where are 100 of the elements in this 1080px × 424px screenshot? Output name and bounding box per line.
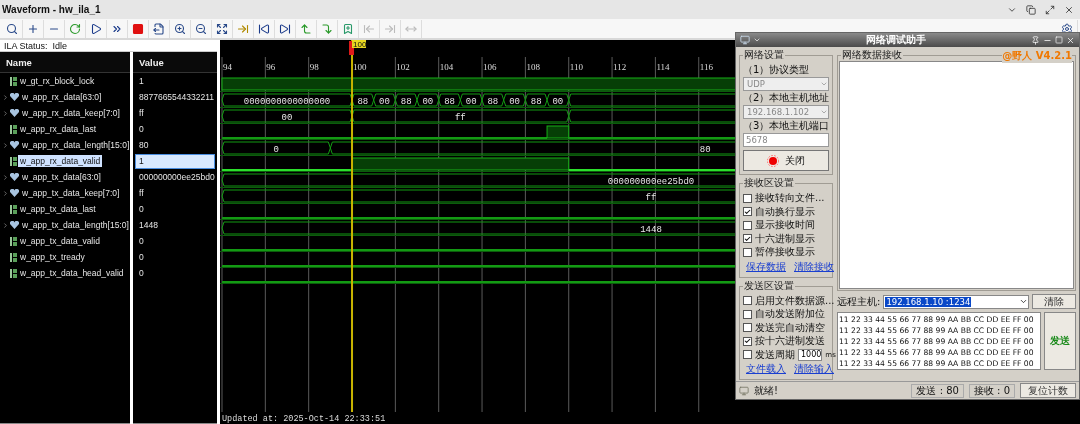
caret-icon [820, 108, 828, 116]
updated-timestamp: Updated at: 2025-Oct-14 22:33:51 [222, 414, 386, 424]
bus-signal-icon [10, 141, 19, 149]
expand-chevron-icon[interactable] [2, 221, 9, 229]
skip-back-icon [258, 22, 270, 35]
maximize-icon[interactable] [1055, 36, 1063, 44]
signal-value: 1 [135, 153, 215, 169]
checkbox[interactable] [743, 220, 752, 230]
clear-button[interactable]: 清除 [1032, 294, 1076, 309]
computer-icon[interactable] [740, 35, 750, 45]
time-tick-label: 98 [309, 62, 319, 72]
checkbox[interactable] [743, 350, 752, 360]
bus-value-segment: ff [351, 109, 570, 123]
field-label: （1）协议类型 [743, 64, 811, 76]
port-field[interactable]: 5678 [743, 133, 829, 147]
cursor-label: 100 [352, 40, 367, 49]
bus-value-segment: 88 [524, 93, 548, 107]
option-label: 接收转向文件... [755, 191, 825, 206]
bus-value-segment: 00 [503, 93, 526, 107]
bus-value-segment: 00 [221, 109, 353, 123]
settings-icon [1061, 22, 1073, 35]
signal-value: 0 [138, 122, 145, 136]
option-label: 自动换行显示 [755, 204, 815, 219]
field-label: （3）本地主机端口 [743, 120, 829, 132]
maximize-icon[interactable] [1045, 4, 1055, 15]
link[interactable]: 清除输入 [794, 362, 834, 376]
signal-name[interactable]: w_app_tx_data_head_valid [18, 267, 126, 279]
period-field[interactable]: 1000 [798, 348, 823, 361]
link[interactable]: 保存数据 [746, 259, 786, 274]
restore-icon[interactable] [1026, 4, 1036, 15]
search-icon [6, 22, 18, 35]
zoom-out-icon [195, 22, 207, 35]
bus-value-segment: 00 [546, 93, 570, 107]
time-tick-label: 94 [223, 62, 232, 72]
signal-value: 1 [138, 74, 145, 88]
close-icon[interactable] [1066, 35, 1075, 45]
group-title: 发送区设置 [743, 279, 795, 292]
signal-name[interactable]: w_app_tx_data_length[15:0] [20, 219, 131, 231]
bit-signal-icon [10, 124, 17, 134]
close-icon[interactable] [1064, 4, 1074, 15]
remote-host-field[interactable]: 192.168.1.10 :1234 [883, 294, 1029, 309]
signal-name[interactable]: w_app_tx_tready [18, 251, 87, 263]
skip-forward-icon [279, 22, 291, 35]
column-header[interactable]: Name [0, 52, 130, 73]
signal-name[interactable]: w_app_tx_data[63:0] [20, 171, 103, 183]
link[interactable]: 文件载入 [746, 362, 786, 376]
checkbox[interactable] [743, 296, 752, 306]
reset-count-button[interactable]: 复位计数 [1020, 383, 1076, 398]
received-count: 接收 : 0 [968, 383, 1015, 398]
dropdown-icon[interactable] [753, 36, 761, 44]
caret-icon [1019, 297, 1028, 306]
sent-count: 发送 : 80 [911, 383, 964, 398]
ila-status: ILA Status: Idle [4, 40, 68, 51]
signal-value: 8877665544332211 [138, 90, 215, 104]
signal-value: 0 [138, 234, 145, 248]
signal-name[interactable]: w_app_rx_data_length[15:0] [20, 139, 132, 151]
column-header[interactable]: Value [133, 52, 217, 73]
checkbox[interactable] [743, 323, 752, 333]
expand-chevron-icon[interactable] [2, 141, 9, 149]
bit-signal-icon [10, 76, 17, 86]
bit-signal-icon [10, 268, 17, 278]
group-title: 网络数据接收 [841, 49, 903, 61]
pin-icon[interactable] [1031, 35, 1040, 45]
signal-value: ff [138, 186, 145, 200]
checkbox[interactable] [743, 336, 752, 346]
bus-value-segment: 88 [438, 93, 461, 107]
signal-name[interactable]: w_app_tx_data_valid [18, 235, 102, 247]
time-tick-label: 110 [569, 62, 583, 72]
corner-arrow-icon [300, 22, 312, 35]
time-tick-label: 106 [483, 62, 497, 72]
time-tick-label: 102 [396, 62, 410, 72]
plus-icon [27, 22, 39, 35]
export-icon [153, 22, 165, 35]
send-button[interactable]: 发送 [1044, 312, 1076, 370]
checkbox[interactable] [743, 309, 752, 319]
checkbox[interactable] [743, 247, 752, 257]
arrow-to-line-icon [363, 22, 375, 35]
checkbox[interactable] [743, 193, 752, 203]
bus-value-segment: 00 [416, 93, 440, 107]
bus-value-segment: 88 [394, 93, 418, 107]
option-label: 自动发送附加位 [755, 307, 825, 322]
bit-signal-icon [10, 252, 17, 262]
signal-name[interactable]: w_app_rx_data_last [18, 123, 99, 135]
checkbox[interactable] [743, 234, 752, 244]
checkbox[interactable] [743, 207, 752, 217]
signal-name[interactable]: w_app_tx_data_last [18, 203, 98, 215]
time-tick-label: 104 [439, 62, 454, 72]
signal-name[interactable]: w_app_tx_data_keep[7:0] [20, 187, 122, 199]
bus-value-segment: 00 [373, 93, 396, 107]
signal-value: 0 [138, 266, 145, 280]
close-connection-button[interactable]: 关闭 [743, 150, 829, 171]
signal-name[interactable]: w_app_rx_data[63:0] [20, 91, 104, 103]
signal-value: 000000000ee25bd0 [138, 170, 216, 184]
link[interactable]: 清除接收 [794, 259, 834, 274]
signal-name[interactable]: w_gt_rx_block_lock [18, 75, 97, 87]
time-tick-label: 114 [656, 62, 670, 72]
signal-name[interactable]: w_app_rx_data_keep[7:0] [20, 107, 122, 119]
zoom-in-icon [174, 22, 186, 35]
time-tick-label: 108 [526, 62, 540, 72]
signal-name[interactable]: w_app_rx_data_valid [18, 155, 103, 167]
